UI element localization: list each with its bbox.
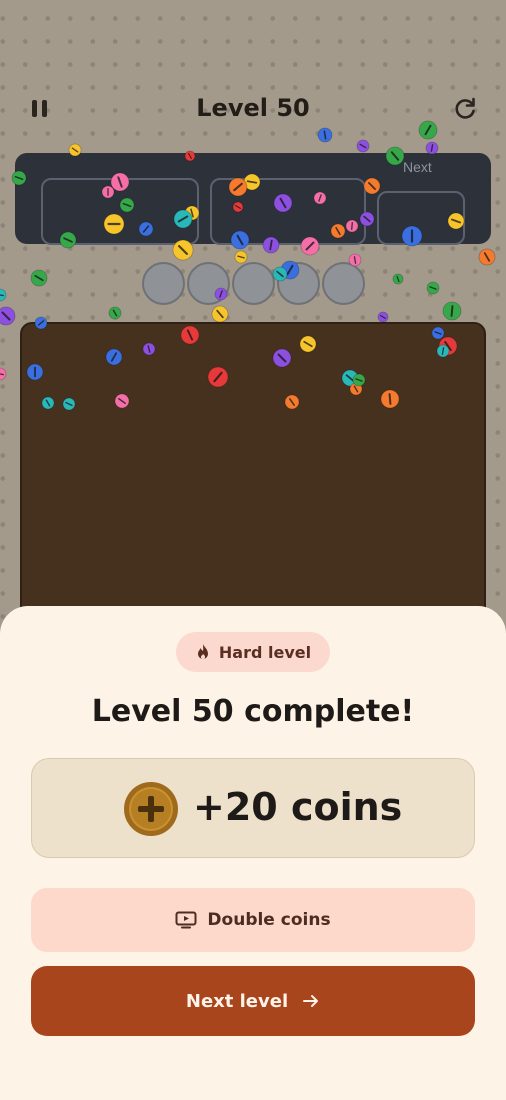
wood-board xyxy=(20,322,486,622)
screw[interactable] xyxy=(356,139,370,153)
plus-coin-icon xyxy=(124,782,178,836)
screw-tray: Next xyxy=(15,153,491,245)
level-title: Level 50 xyxy=(196,94,310,122)
empty-hole[interactable] xyxy=(187,262,230,305)
arrow-right-icon xyxy=(303,995,319,1007)
screw[interactable] xyxy=(426,281,440,295)
screw[interactable] xyxy=(377,311,389,323)
complete-title: Level 50 complete! xyxy=(91,694,415,729)
next-box-slot xyxy=(377,191,465,245)
empty-hole[interactable] xyxy=(232,262,275,305)
reward-amount: +20 coins xyxy=(193,785,403,829)
screw[interactable] xyxy=(0,367,7,381)
box-slot[interactable] xyxy=(210,178,366,245)
screw[interactable] xyxy=(211,305,229,323)
badge-label: Hard level xyxy=(218,642,312,662)
screw[interactable] xyxy=(0,306,16,326)
top-bar: Level 50 xyxy=(0,88,506,132)
screw[interactable] xyxy=(0,288,7,302)
double-coins-button[interactable]: Double coins xyxy=(31,888,475,952)
empty-hole[interactable] xyxy=(277,262,320,305)
difficulty-badge: Hard level xyxy=(176,632,330,672)
next-level-label: Next level xyxy=(185,990,289,1012)
reward-box: +20 coins xyxy=(31,758,475,858)
screw[interactable] xyxy=(30,269,48,287)
restart-icon[interactable] xyxy=(452,96,478,122)
double-coins-label: Double coins xyxy=(207,910,331,930)
level-complete-sheet: Hard level Level 50 complete! +20 coins … xyxy=(0,606,506,1100)
screw[interactable] xyxy=(392,273,404,285)
box-slot[interactable] xyxy=(41,178,199,245)
next-level-button[interactable]: Next level xyxy=(31,966,475,1036)
empty-hole[interactable] xyxy=(142,262,185,305)
empty-hole[interactable] xyxy=(322,262,365,305)
tv-ad-icon xyxy=(175,911,197,929)
fire-icon xyxy=(197,644,208,659)
screw[interactable] xyxy=(108,306,122,320)
next-label: Next xyxy=(403,159,432,175)
screw[interactable] xyxy=(478,248,496,266)
holding-holes xyxy=(142,262,367,306)
screw[interactable] xyxy=(442,301,462,321)
